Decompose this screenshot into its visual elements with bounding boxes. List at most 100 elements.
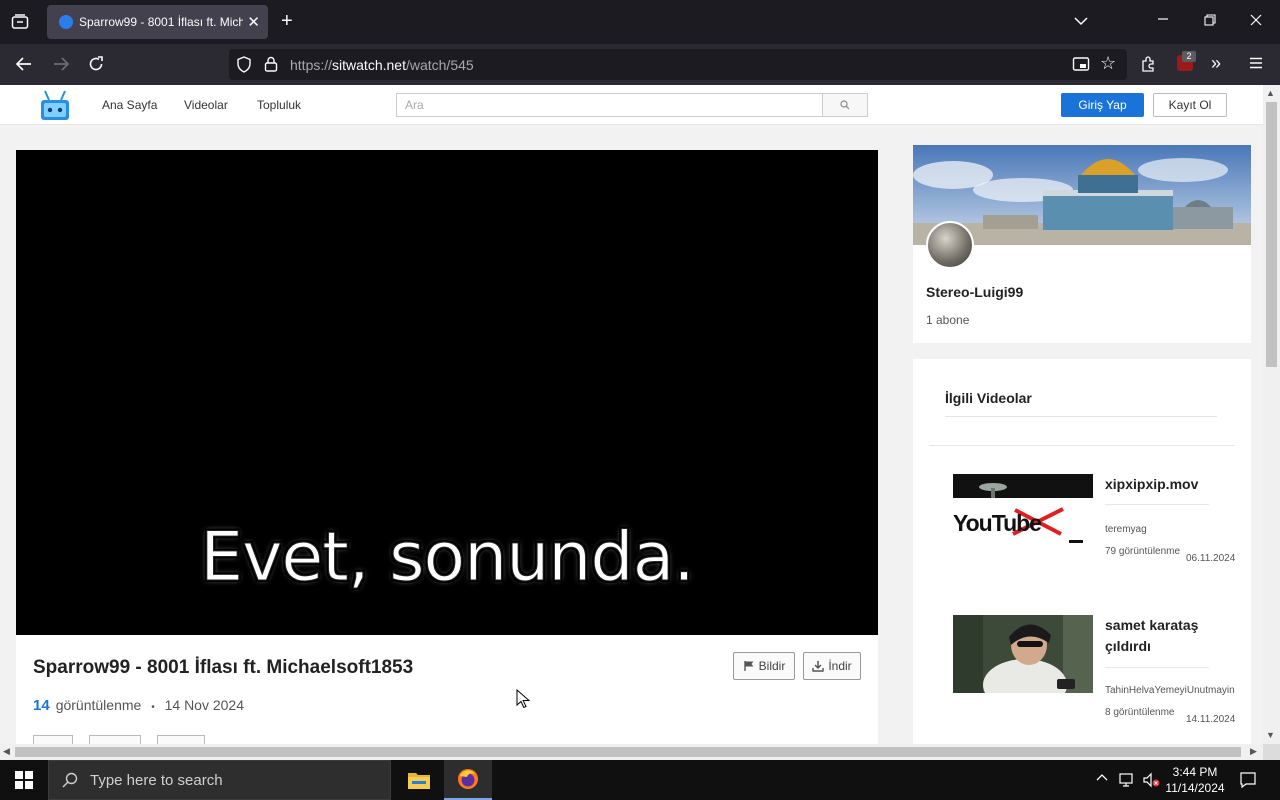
lock-icon[interactable] — [264, 56, 278, 76]
thumbnail-text: YouTube — [953, 510, 1042, 536]
tab-title: Sparrow99 - 8001 İflası ft. Michaelsoft1… — [79, 15, 244, 29]
url-path: /watch/545 — [405, 57, 474, 73]
search-icon — [840, 100, 850, 110]
channel-name[interactable]: Stereo-Luigi99 — [926, 284, 1023, 300]
dislike-button[interactable] — [89, 735, 141, 744]
share-button[interactable] — [157, 735, 205, 744]
related-video-thumbnail[interactable] — [953, 615, 1093, 693]
related-video-item[interactable]: YouTube xipxipxip.mov teremyag 79 görünt… — [953, 474, 1243, 574]
report-label: Bildir — [758, 659, 786, 673]
url-host: sitwatch.net — [332, 57, 406, 73]
stats-separator: • — [151, 702, 155, 713]
nav-home[interactable]: Ana Sayfa — [102, 98, 157, 112]
tab-overview-icon[interactable] — [11, 14, 29, 34]
related-video-item[interactable]: samet karataş çıldırdı TahinHelvaYemeyiU… — [953, 615, 1243, 725]
extensions-icon[interactable] — [1140, 56, 1156, 76]
download-label: İndir — [828, 659, 852, 673]
related-video-uploader[interactable]: TahinHelvaYemeyiUnutmayin — [1105, 685, 1235, 696]
horizontal-scroll-thumb[interactable] — [15, 747, 1241, 757]
vertical-scroll-thumb[interactable] — [1266, 102, 1277, 367]
report-button[interactable]: Bildir — [733, 652, 795, 680]
picture-in-picture-icon[interactable] — [1072, 56, 1090, 76]
extension-badge: 2 — [1182, 51, 1196, 62]
related-videos-card: İlgili Videolar YouTube xipxipxip.mov te… — [913, 359, 1251, 744]
search-box — [396, 93, 868, 117]
new-tab-icon[interactable]: + — [281, 11, 293, 31]
nav-community[interactable]: Topluluk — [257, 98, 301, 112]
scroll-down-icon[interactable]: ▼ — [1266, 730, 1275, 740]
close-tab-icon[interactable]: ✕ — [247, 13, 260, 31]
scrollbar-corner — [1263, 744, 1280, 760]
related-videos-heading: İlgili Videolar — [945, 390, 1032, 406]
signup-button[interactable]: Kayıt Ol — [1153, 93, 1227, 117]
scroll-up-icon[interactable]: ▲ — [1266, 88, 1275, 98]
mouse-cursor — [516, 688, 531, 714]
taskbar-search[interactable]: Type here to search — [48, 760, 391, 800]
related-video-title[interactable]: xipxipxip.mov — [1105, 474, 1225, 495]
login-button[interactable]: Giriş Yap — [1061, 93, 1144, 117]
clock-date: 11/14/2024 — [1165, 781, 1225, 795]
related-video-title[interactable]: samet karataş çıldırdı — [1105, 615, 1225, 657]
site-favicon-icon — [59, 15, 73, 29]
video-subtitle: Evet, sonunda. — [200, 518, 696, 598]
search-button[interactable] — [822, 94, 867, 116]
url-text[interactable]: https://sitwatch.net/watch/545 — [290, 57, 474, 73]
flag-icon — [743, 661, 754, 671]
bookmark-star-icon[interactable]: ☆ — [1100, 54, 1116, 72]
close-window-icon[interactable] — [1250, 14, 1262, 30]
video-title: Sparrow99 - 8001 İflası ft. Michaelsoft1… — [33, 657, 414, 678]
overflow-menu-icon[interactable]: » — [1211, 54, 1221, 72]
related-video-uploader[interactable]: teremyag — [1105, 524, 1147, 535]
channel-card: Stereo-Luigi99 1 abone — [913, 145, 1251, 343]
channel-subscribers: 1 abone — [926, 313, 970, 327]
firefox-taskbar-icon[interactable] — [444, 760, 492, 800]
search-input[interactable] — [397, 94, 823, 116]
download-button[interactable]: İndir — [803, 652, 861, 680]
nav-videos[interactable]: Videolar — [184, 98, 228, 112]
list-tabs-icon[interactable] — [1074, 14, 1088, 30]
divider — [1105, 667, 1209, 668]
tracking-shield-icon[interactable] — [236, 56, 252, 77]
related-video-date: 14.11.2024 — [1186, 714, 1236, 725]
web-page: Ana Sayfa Videolar Topluluk Giriş Yap Ka… — [0, 85, 1263, 744]
taskbar-search-placeholder: Type here to search — [90, 771, 223, 789]
forward-icon[interactable] — [52, 56, 70, 76]
scroll-left-icon[interactable]: ◀ — [3, 746, 10, 757]
site-logo[interactable] — [39, 88, 71, 122]
system-clock[interactable]: 3:44 PM 11/14/2024 — [1160, 764, 1230, 796]
video-stats: 14 görüntülenme • 14 Nov 2024 — [33, 697, 244, 714]
scroll-right-icon[interactable]: ▶ — [1250, 746, 1257, 757]
site-header: Ana Sayfa Videolar Topluluk Giriş Yap Ka… — [0, 85, 1263, 125]
restore-icon[interactable] — [1204, 14, 1216, 30]
browser-tab-bar: Sparrow99 - 8001 İflası ft. Michaelsoft1… — [0, 0, 1280, 44]
related-video-date: 06.11.2024 — [1186, 553, 1236, 564]
channel-avatar[interactable] — [926, 221, 974, 269]
search-icon — [62, 772, 78, 788]
divider — [1105, 504, 1209, 505]
back-icon[interactable] — [15, 56, 33, 76]
divider — [945, 416, 1217, 417]
clock-time: 3:44 PM — [1172, 765, 1218, 779]
minimize-icon[interactable] — [1157, 13, 1169, 29]
related-video-views: 8 görüntülenme — [1105, 707, 1175, 718]
upload-date: 14 Nov 2024 — [164, 697, 245, 713]
show-hidden-icons[interactable] — [1096, 772, 1108, 787]
url-scheme: https:// — [290, 57, 333, 73]
video-info: Sparrow99 - 8001 İflası ft. Michaelsoft1… — [16, 635, 878, 744]
active-tab[interactable]: Sparrow99 - 8001 İflası ft. Michaelsoft1… — [47, 5, 268, 39]
video-player[interactable]: Evet, sonunda. — [16, 150, 878, 635]
related-video-thumbnail[interactable]: YouTube — [953, 474, 1093, 552]
windows-start-icon[interactable] — [15, 771, 33, 794]
sidebar: Stereo-Luigi99 1 abone İlgili Videolar Y… — [902, 130, 1263, 744]
file-explorer-icon[interactable] — [395, 760, 443, 800]
views-word: görüntülenme — [55, 697, 142, 713]
volume-muted-icon[interactable] — [1142, 771, 1160, 794]
download-icon — [812, 661, 825, 672]
related-video-views: 79 görüntülenme — [1105, 546, 1181, 557]
divider — [929, 445, 1235, 446]
network-icon[interactable] — [1118, 771, 1136, 794]
reload-icon[interactable] — [88, 56, 104, 76]
like-button[interactable] — [33, 735, 73, 744]
hamburger-menu-icon[interactable] — [1249, 56, 1263, 74]
notifications-icon[interactable] — [1239, 771, 1257, 794]
